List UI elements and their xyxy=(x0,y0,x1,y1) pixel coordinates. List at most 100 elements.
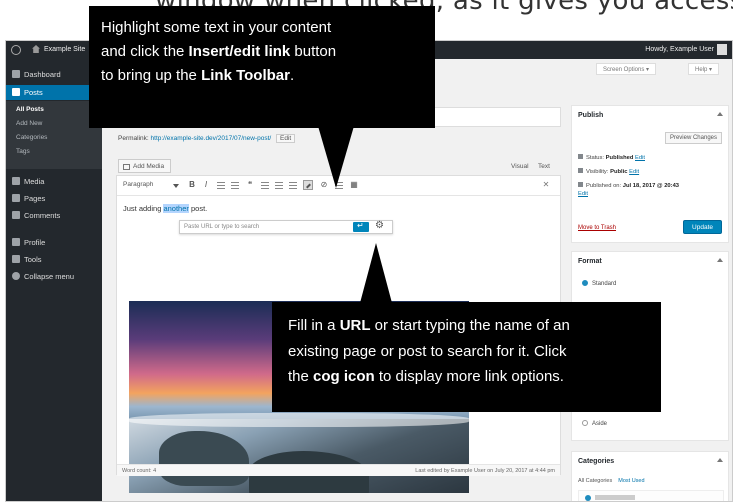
collapse-toggle-icon[interactable] xyxy=(717,258,723,262)
format-option-label: Standard xyxy=(592,281,617,287)
word-count: Word count: 4 xyxy=(122,468,157,474)
wordpress-logo-icon[interactable] xyxy=(11,45,21,55)
categories-title: Categories xyxy=(578,458,615,465)
home-icon[interactable] xyxy=(32,45,40,53)
add-media-label: Add Media xyxy=(133,163,165,170)
permalink-edit-button[interactable]: Edit xyxy=(276,134,296,143)
status-row: Status: Published Edit xyxy=(578,154,645,161)
link-url-input[interactable]: Paste URL or type to search xyxy=(182,222,350,232)
add-media-button[interactable]: Add Media xyxy=(118,159,172,173)
sidebar-item-collapse[interactable]: Collapse menu xyxy=(6,269,102,284)
media-icon xyxy=(12,177,20,185)
help-button[interactable]: Help ▾ xyxy=(688,63,720,75)
callout-line: to bring up the Link Toolbar. xyxy=(101,64,435,88)
published-label: Published on: xyxy=(586,183,622,189)
submenu-add-new[interactable]: Add New xyxy=(16,120,42,127)
permalink-label: Permalink: xyxy=(118,135,149,142)
sidebar-item-dashboard[interactable]: Dashboard xyxy=(6,67,102,82)
sidebar-item-label: Collapse menu xyxy=(24,272,75,281)
tools-icon xyxy=(12,255,20,263)
submenu-all-posts[interactable]: All Posts xyxy=(16,106,44,113)
update-button[interactable]: Update xyxy=(683,220,722,234)
callout-line: the cog icon to display more link option… xyxy=(288,364,661,390)
editor-body-text[interactable]: Just adding another post. xyxy=(123,204,207,213)
callout-bold-text: Link Toolbar xyxy=(201,67,290,84)
site-name-link[interactable]: Example Site xyxy=(44,46,85,53)
format-option-label: Aside xyxy=(592,421,608,427)
comments-icon xyxy=(12,211,20,219)
eye-icon xyxy=(578,168,583,173)
tab-most-used[interactable]: Most Used xyxy=(618,478,644,484)
callout-pointer xyxy=(318,126,354,188)
sidebar-item-label: Dashboard xyxy=(24,70,61,79)
bulleted-list-icon[interactable] xyxy=(217,182,225,190)
callout-bold-text: Insert/edit link xyxy=(188,43,291,60)
sidebar-item-label: Profile xyxy=(24,238,46,247)
checkbox-icon[interactable] xyxy=(585,495,591,501)
tab-visual[interactable]: Visual xyxy=(511,163,529,170)
avatar[interactable] xyxy=(717,44,727,55)
categories-tabs: All Categories Most Used xyxy=(578,478,645,484)
howdy-user-link[interactable]: Howdy, Example User xyxy=(645,46,714,53)
sidebar-item-tools[interactable]: Tools xyxy=(6,252,102,267)
format-select[interactable]: Paragraph xyxy=(123,181,181,192)
sidebar-item-posts[interactable]: Posts xyxy=(6,85,102,100)
categories-list xyxy=(578,490,724,501)
align-right-icon[interactable] xyxy=(289,182,297,190)
calendar-icon xyxy=(578,182,583,187)
sidebar-item-profile[interactable]: Profile xyxy=(6,235,102,250)
add-media-icon xyxy=(123,164,130,170)
format-option-standard[interactable]: Standard xyxy=(582,280,616,287)
callout-line: Highlight some text in your content xyxy=(101,16,435,40)
selected-text: another xyxy=(163,204,189,213)
edit-status-link[interactable]: Edit xyxy=(635,155,645,161)
edit-date-link[interactable]: Edit xyxy=(578,191,588,197)
callout-text: Fill in a xyxy=(288,317,340,334)
italic-icon[interactable]: I xyxy=(201,180,211,190)
screen-options-button[interactable]: Screen Options ▾ xyxy=(596,63,657,75)
move-to-trash-link[interactable]: Move to Trash xyxy=(578,225,616,231)
align-center-icon[interactable] xyxy=(275,182,283,190)
callout-bold-text: URL xyxy=(339,317,371,334)
edit-date-row: Edit xyxy=(578,191,588,197)
callout-text: or start typing the name of an xyxy=(370,317,570,334)
blockquote-icon[interactable]: ❝ xyxy=(245,180,255,190)
admin-sidebar: Dashboard Posts All Posts Add New Catego… xyxy=(6,59,102,501)
collapse-toggle-icon[interactable] xyxy=(717,458,723,462)
permalink-url[interactable]: http://example-site.dev/2017/07/new-post… xyxy=(151,135,272,142)
sidebar-item-label: Posts xyxy=(24,88,43,97)
editor-status-bar: Word count: 4 Last edited by Example Use… xyxy=(117,464,560,476)
edit-visibility-link[interactable]: Edit xyxy=(629,169,639,175)
apply-link-button[interactable] xyxy=(353,221,369,232)
submenu-categories[interactable]: Categories xyxy=(16,134,47,141)
callout-link-toolbar: Highlight some text in your content and … xyxy=(89,6,435,128)
tab-text[interactable]: Text xyxy=(538,163,550,170)
format-title: Format xyxy=(578,258,602,265)
tab-all-categories[interactable]: All Categories xyxy=(578,478,612,484)
sidebar-item-label: Tools xyxy=(24,255,42,264)
distraction-free-icon[interactable]: ✕ xyxy=(541,180,551,190)
callout-text: existing page or post to search for it. … xyxy=(288,342,567,360)
sidebar-item-comments[interactable]: Comments xyxy=(6,208,102,223)
cog-icon[interactable] xyxy=(374,220,386,232)
submenu-tags[interactable]: Tags xyxy=(16,148,30,155)
preview-changes-button[interactable]: Preview Changes xyxy=(664,132,722,144)
align-left-icon[interactable] xyxy=(261,182,269,190)
status-value: Published xyxy=(605,155,634,161)
collapse-toggle-icon[interactable] xyxy=(717,112,723,116)
radio-selected-icon xyxy=(582,280,588,286)
visibility-label: Visibility: xyxy=(586,169,609,175)
bold-icon[interactable]: B xyxy=(187,180,197,190)
published-row: Published on: Jul 18, 2017 @ 20:43 xyxy=(578,182,679,189)
pages-icon xyxy=(12,194,20,202)
dashboard-icon xyxy=(12,70,20,78)
sidebar-item-pages[interactable]: Pages xyxy=(6,191,102,206)
numbered-list-icon[interactable] xyxy=(231,182,239,190)
chevron-down-icon xyxy=(173,184,179,188)
insert-link-icon[interactable] xyxy=(303,180,313,190)
callout-line: Fill in a URL or start typing the name o… xyxy=(288,313,661,339)
sidebar-item-label: Pages xyxy=(24,194,46,203)
sidebar-item-media[interactable]: Media xyxy=(6,174,102,189)
posts-submenu: All Posts Add New Categories Tags xyxy=(6,101,102,169)
format-option-aside[interactable]: Aside xyxy=(582,420,607,427)
